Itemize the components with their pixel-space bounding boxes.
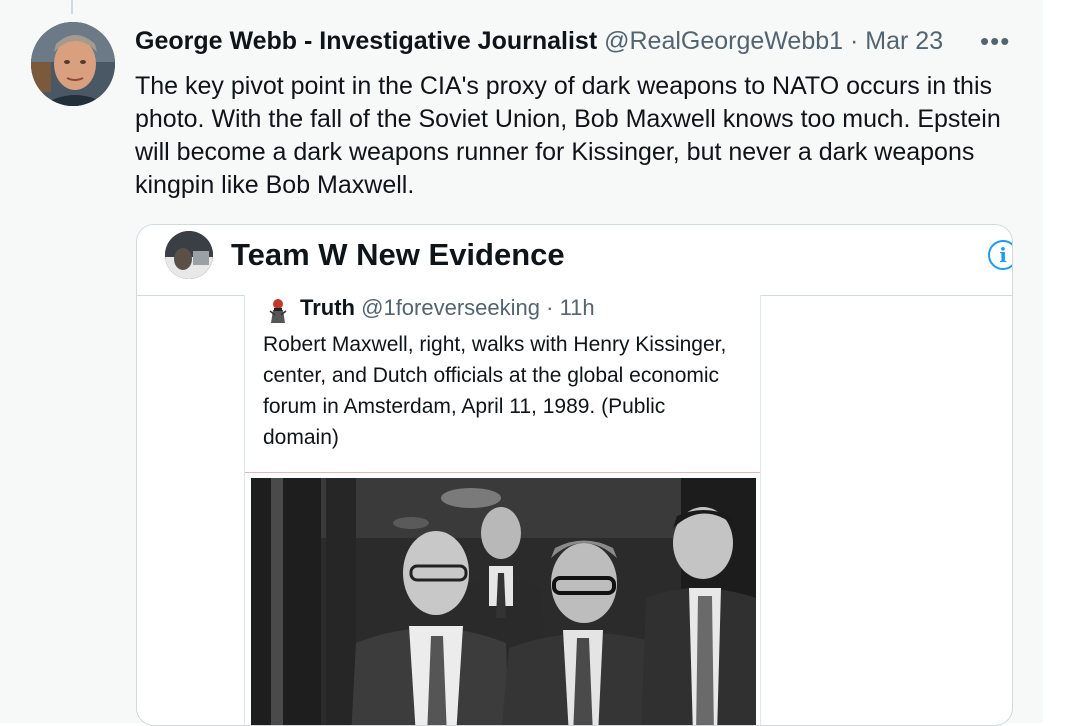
truth-avatar-icon <box>266 297 290 323</box>
embedded-tweet: Truth @1foreverseeking · 11h Robert Maxw… <box>244 294 761 726</box>
embedded-author-name[interactable]: Truth <box>300 295 355 320</box>
author-name[interactable]: George Webb - Investigative Journalist <box>135 27 597 55</box>
news-photo[interactable] <box>251 478 756 726</box>
quoted-card[interactable]: Team W New Evidence i Truth @1foreversee… <box>136 224 1013 726</box>
embedded-handle[interactable]: @1foreverseeking <box>361 295 540 320</box>
page-margin <box>1043 0 1087 723</box>
embedded-separator: · <box>546 295 554 320</box>
tweet-date[interactable]: Mar 23 <box>865 27 943 55</box>
thread-connector-line <box>71 0 73 14</box>
embedded-time[interactable]: 11h <box>560 295 595 320</box>
header-separator: · <box>850 27 859 55</box>
embedded-header: Truth @1foreverseeking · 11h <box>300 294 595 322</box>
info-icon[interactable]: i <box>988 240 1012 270</box>
tweet-text: The key pivot point in the CIA's proxy o… <box>135 72 1001 199</box>
author-handle[interactable]: @RealGeorgeWebb1 <box>604 27 843 55</box>
more-horizontal-icon[interactable]: ••• <box>980 26 1010 56</box>
author-avatar[interactable] <box>31 22 115 106</box>
embedded-text: Robert Maxwell, right, walks with Henry … <box>263 333 727 449</box>
card-title[interactable]: Team W New Evidence <box>231 237 565 273</box>
photo-frame <box>245 472 760 726</box>
card-avatar[interactable] <box>165 231 213 279</box>
tweet-header: George Webb - Investigative Journalist @… <box>135 26 943 56</box>
card-header: Team W New Evidence i <box>137 225 1012 296</box>
